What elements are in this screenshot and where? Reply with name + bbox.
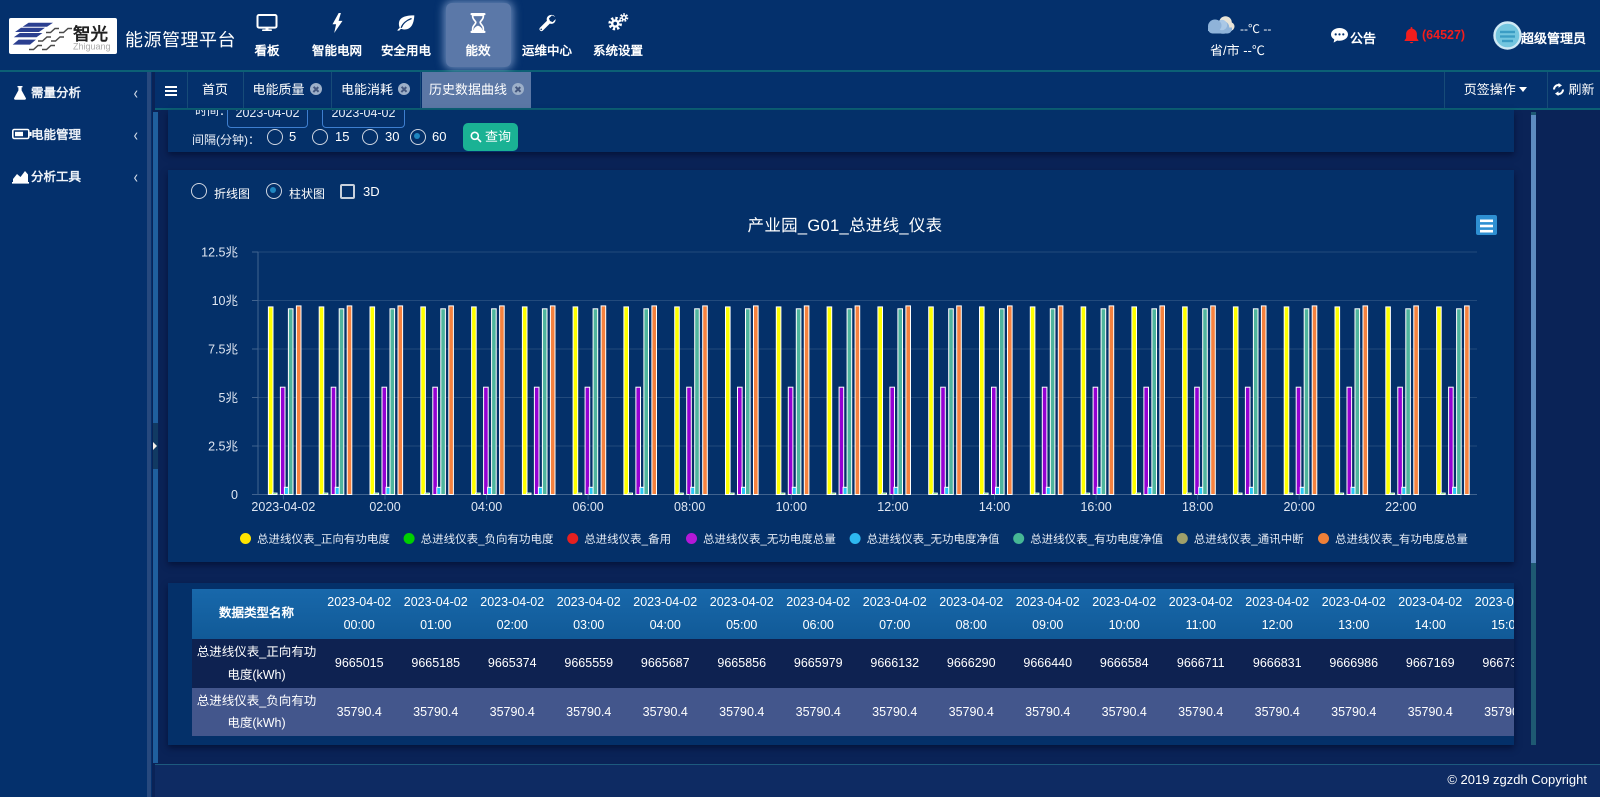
- svg-text:总进线仪表_通讯中断: 总进线仪表_通讯中断: [1194, 533, 1304, 546]
- svg-text:02:00: 02:00: [369, 500, 400, 514]
- svg-text:08:00: 08:00: [674, 500, 705, 514]
- svg-text:2023-04-02: 2023-04-02: [251, 500, 315, 514]
- svg-text:总进线仪表_正向有功电度: 总进线仪表_正向有功电度: [257, 533, 390, 546]
- svg-text:0: 0: [231, 488, 238, 502]
- svg-text:产业园_G01_总进线_仪表: 产业园_G01_总进线_仪表: [748, 217, 943, 235]
- svg-text:总进线仪表_有功电度总量: 总进线仪表_有功电度总量: [1335, 533, 1468, 546]
- svg-text:总进线仪表_有功电度净值: 总进线仪表_有功电度净值: [1030, 533, 1163, 546]
- svg-text:12:00: 12:00: [877, 500, 908, 514]
- svg-text:22:00: 22:00: [1385, 500, 1416, 514]
- svg-text:06:00: 06:00: [572, 500, 603, 514]
- svg-text:10:00: 10:00: [776, 500, 807, 514]
- svg-text:总进线仪表_备用: 总进线仪表_备用: [584, 533, 671, 546]
- svg-text:5兆: 5兆: [219, 391, 239, 405]
- svg-text:10兆: 10兆: [212, 294, 239, 308]
- svg-text:总进线仪表_负向有功电度: 总进线仪表_负向有功电度: [421, 533, 554, 546]
- svg-text:04:00: 04:00: [471, 500, 502, 514]
- svg-text:总进线仪表_无功电度净值: 总进线仪表_无功电度净值: [867, 533, 1000, 546]
- svg-text:16:00: 16:00: [1080, 500, 1111, 514]
- svg-text:14:00: 14:00: [979, 500, 1010, 514]
- svg-text:2.5兆: 2.5兆: [208, 440, 238, 454]
- svg-text:18:00: 18:00: [1182, 500, 1213, 514]
- svg-text:12.5兆: 12.5兆: [201, 246, 238, 260]
- svg-text:Zhiguang: Zhiguang: [73, 42, 111, 52]
- svg-text:7.5兆: 7.5兆: [208, 343, 238, 357]
- svg-text:总进线仪表_无功电度总量: 总进线仪表_无功电度总量: [703, 533, 836, 546]
- svg-text:20:00: 20:00: [1284, 500, 1315, 514]
